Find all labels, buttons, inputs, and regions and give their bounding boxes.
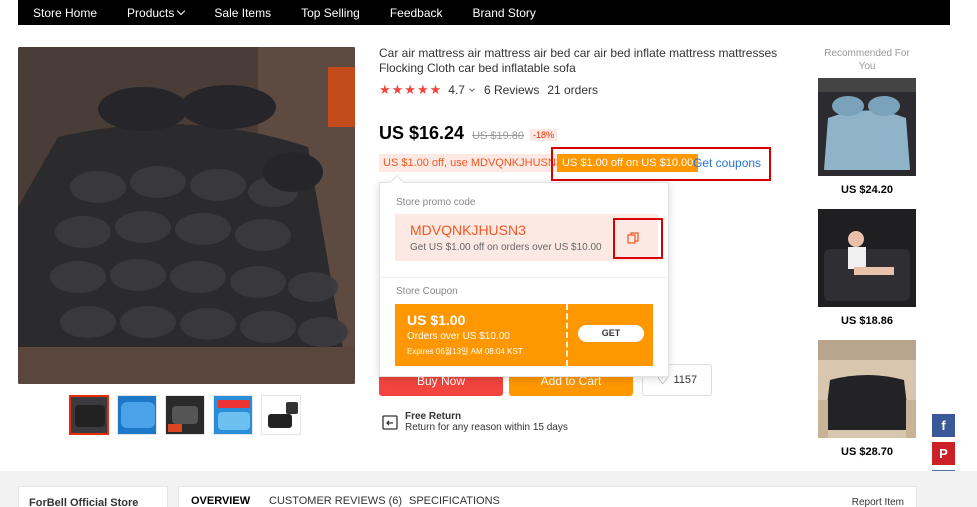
promo-code-tag[interactable]: US $1.00 off, use MDVQNKJHUSN3 (379, 154, 566, 172)
recommended-item-2-price[interactable]: US $18.86 (818, 315, 916, 327)
rating-row: ★★★★★ 4.7 6 Reviews 21 orders (379, 82, 598, 98)
coupon-perforation (566, 304, 568, 366)
star-rating-icon: ★★★★★ (379, 82, 443, 97)
thumbnail-4[interactable] (213, 395, 253, 435)
thumbnail-5[interactable] (261, 395, 301, 435)
thumbnail-strip (69, 395, 301, 435)
main-product-image[interactable] (18, 47, 355, 384)
nav-sale-items[interactable]: Sale Items (214, 6, 271, 20)
promo-code-description: Get US $1.00 off on orders over US $10.0… (410, 242, 602, 253)
wishlist-count: 1157 (673, 374, 698, 386)
return-icon (382, 415, 398, 430)
tab-specifications[interactable]: SPECIFICATIONS (409, 495, 500, 507)
coupon-popover: Store promo code MDVQNKJHUSN3 Get US $1.… (379, 174, 670, 377)
free-return-info: Free Return Return for any reason within… (381, 411, 568, 433)
store-info-box: ForBell Official Store (18, 486, 168, 507)
get-coupon-button[interactable]: GET (578, 325, 644, 342)
free-return-desc: Return for any reason within 15 days (405, 422, 568, 433)
pinterest-icon: P (939, 446, 948, 461)
nav-top-selling[interactable]: Top Selling (301, 6, 360, 20)
nav-label: Sale Items (214, 5, 272, 20)
store-coupon-card: US $1.00 Orders over US $10.00 Expires 0… (395, 304, 653, 366)
thumbnail-2[interactable] (117, 395, 157, 435)
product-title: Car air mattress air mattress air bed ca… (379, 46, 778, 75)
detail-tabs-bar: OVERVIEW CUSTOMER REVIEWS (6) SPECIFICAT… (178, 486, 917, 507)
reviews-link[interactable]: 6 Reviews (484, 83, 539, 97)
store-name[interactable]: ForBell Official Store (29, 497, 138, 507)
coupon-expiry: Expires 06월13일 AM 08:04 KST (407, 347, 523, 356)
recommended-item-3-image[interactable] (818, 340, 916, 438)
facebook-share-button[interactable]: f (932, 414, 955, 437)
nav-products[interactable]: Products (127, 5, 186, 20)
recommended-item-3-price[interactable]: US $28.70 (818, 446, 916, 458)
nav-label: Feedback (389, 5, 443, 20)
recommended-image-2 (818, 209, 916, 307)
rating-score[interactable]: 4.7 (448, 83, 465, 97)
facebook-icon: f (941, 418, 946, 433)
nav-brand-story[interactable]: Brand Story (473, 6, 536, 20)
orders-count: 21 orders (547, 83, 599, 97)
promo-code-heading: Store promo code (396, 197, 476, 208)
current-price: US $16.24 (379, 123, 465, 143)
original-price: US $19.80 (472, 130, 525, 142)
discount-badge: -18% (530, 129, 558, 141)
recommended-item-1-image[interactable] (818, 78, 916, 176)
chevron-down-icon (177, 6, 186, 16)
recommended-item-1-price[interactable]: US $24.20 (818, 184, 916, 196)
highlight-box-coupon (551, 147, 771, 181)
coupon-min-order: Orders over US $10.00 (407, 331, 510, 342)
popover-arrow (389, 174, 405, 190)
pinterest-share-button[interactable]: P (932, 442, 955, 465)
highlight-box-copy (613, 218, 663, 259)
recommended-image-1 (818, 78, 916, 176)
thumbnail-1[interactable] (69, 395, 109, 435)
popover-divider (380, 277, 670, 278)
recommended-image-3 (818, 340, 916, 438)
recommended-item-2-image[interactable] (818, 209, 916, 307)
free-return-title: Free Return (405, 411, 462, 422)
nav-label: Products (127, 5, 175, 20)
promo-code-text: MDVQNKJHUSN3 (410, 222, 526, 238)
nav-store-home[interactable]: Store Home (33, 6, 97, 20)
product-page: Store Home Products Sale Items Top Selli… (0, 0, 977, 507)
nav-label: Brand Story (472, 5, 536, 20)
nav-label: Store Home (33, 5, 98, 20)
air-mattress-illustration (18, 47, 355, 384)
price-row: US $16.24 US $19.80 -18% (379, 123, 558, 144)
nav-label: Top Selling (301, 5, 360, 20)
coupon-amount: US $1.00 (407, 312, 466, 328)
recommended-heading: Recommended For You (824, 48, 910, 72)
store-nav-bar: Store Home Products Sale Items Top Selli… (18, 0, 950, 25)
tab-overview[interactable]: OVERVIEW (191, 495, 250, 507)
store-coupon-heading: Store Coupon (396, 286, 458, 297)
chevron-down-icon (469, 85, 475, 92)
report-item-link[interactable]: Report Item (852, 497, 904, 507)
nav-feedback[interactable]: Feedback (390, 6, 443, 20)
thumbnail-3[interactable] (165, 395, 205, 435)
tab-customer-reviews[interactable]: CUSTOMER REVIEWS (6) (269, 495, 402, 507)
